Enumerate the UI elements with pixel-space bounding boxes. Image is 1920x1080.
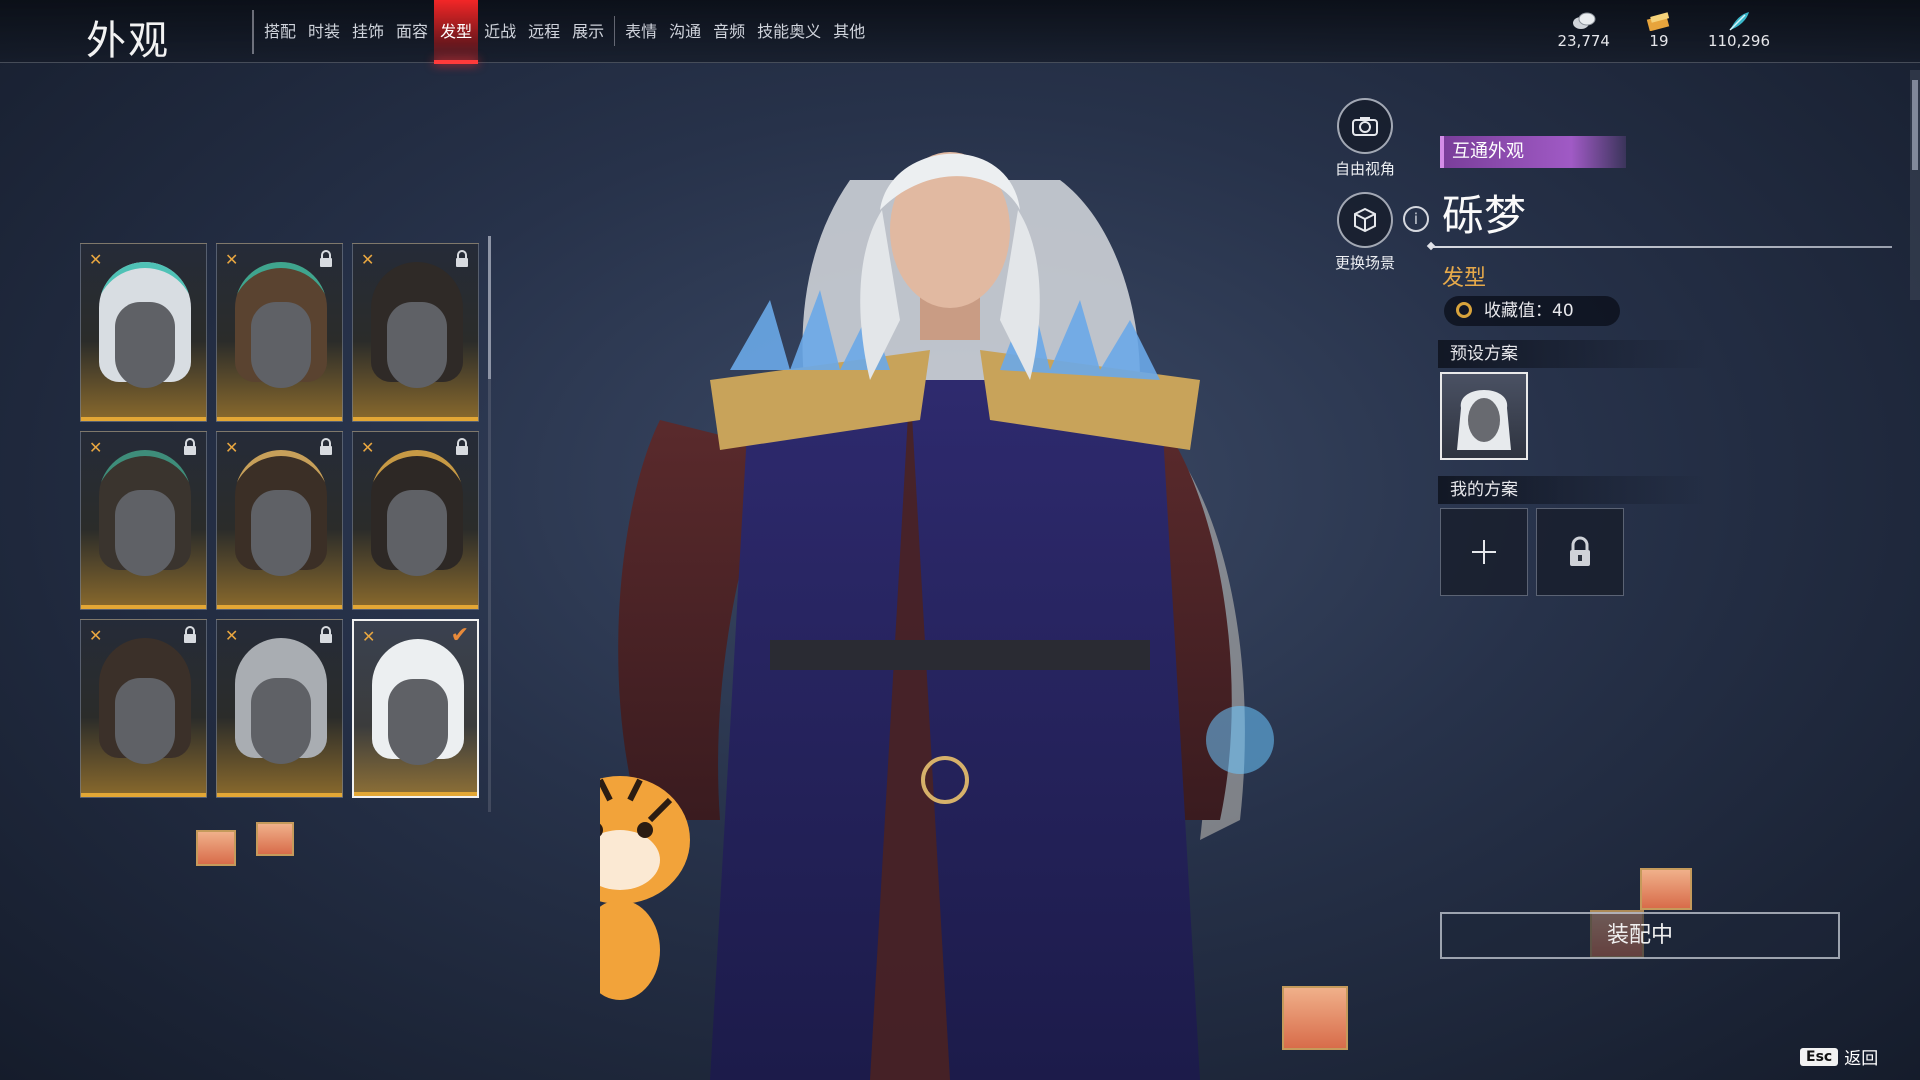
change-scene-label: 更换场景 xyxy=(1334,254,1395,272)
face-silhouette xyxy=(115,678,175,764)
hairstyle-card[interactable]: ✕ xyxy=(80,243,207,422)
lantern-decoration xyxy=(1282,986,1348,1050)
hairstyle-grid: ✕ ✕ ✕ ✕ ✕ ✕ ✕ ✕ ✕ ✔ xyxy=(80,243,482,798)
face-silhouette xyxy=(387,302,447,388)
character-model[interactable] xyxy=(600,120,1320,1080)
tab-jineng-aoyi[interactable]: 技能奥义 xyxy=(751,0,827,62)
hairstyle-card[interactable]: ✕ xyxy=(216,431,343,610)
hairstyle-card[interactable]: ✕ ✔ xyxy=(352,619,479,798)
tab-goutong[interactable]: 沟通 xyxy=(663,0,707,62)
crossplay-mark-icon: ✕ xyxy=(89,250,103,269)
ticket-icon xyxy=(1634,10,1684,32)
plus-icon xyxy=(1472,540,1496,564)
free-view-label: 自由视角 xyxy=(1334,160,1395,178)
camera-icon xyxy=(1337,98,1393,154)
hairstyle-card[interactable]: ✕ xyxy=(352,243,479,422)
crossplay-mark-icon: ✕ xyxy=(89,626,103,645)
name-divider xyxy=(1432,246,1892,248)
face-silhouette xyxy=(251,678,311,764)
lock-icon xyxy=(318,438,334,460)
lock-icon xyxy=(318,250,334,272)
checkmark-icon: ✔ xyxy=(450,623,469,648)
preset-slot[interactable] xyxy=(1440,372,1528,460)
lock-icon xyxy=(182,438,198,460)
preset-section-header: 预设方案 xyxy=(1438,340,1708,368)
lock-icon xyxy=(318,626,334,648)
currency-feathers-value: 110,296 xyxy=(1707,32,1770,50)
hairstyle-card[interactable]: ✕ xyxy=(80,431,207,610)
change-scene-button[interactable]: 更换场景 xyxy=(1320,192,1410,273)
right-panel-scrollbar[interactable] xyxy=(1910,70,1920,300)
crossplay-tag: 互通外观 xyxy=(1440,136,1626,168)
grid-scrollbar-thumb[interactable] xyxy=(488,236,491,379)
face-silhouette xyxy=(387,490,447,576)
my-plan-section-header: 我的方案 xyxy=(1438,476,1708,504)
crossplay-mark-icon: ✕ xyxy=(225,438,239,457)
lantern-decoration xyxy=(1640,868,1692,910)
face-silhouette xyxy=(388,679,448,765)
collection-value-text: 收藏值：40 xyxy=(1484,301,1574,321)
tab-faxing[interactable]: 发型 xyxy=(434,0,479,64)
face-silhouette xyxy=(251,302,311,388)
tab-yinpin[interactable]: 音频 xyxy=(707,0,751,62)
lock-icon xyxy=(454,438,470,460)
face-silhouette xyxy=(115,490,175,576)
currency-bar: 23,774 19 110,296 xyxy=(1557,10,1770,50)
lantern-decoration xyxy=(196,830,236,866)
page-title: 外观 xyxy=(86,18,170,64)
locked-plan-slot[interactable] xyxy=(1536,508,1624,596)
crossplay-mark-icon: ✕ xyxy=(89,438,103,457)
title-divider xyxy=(252,10,254,54)
hair-preview-icon xyxy=(1457,390,1511,450)
category-tabs: 搭配 时装 挂饰 面容 发型 近战 远程 展示 表情 沟通 音频 技能奥义 其他 xyxy=(258,0,871,64)
crossplay-mark-icon: ✕ xyxy=(361,438,375,457)
right-panel-scroll-thumb[interactable] xyxy=(1912,80,1918,170)
face-silhouette xyxy=(251,490,311,576)
item-name: 砾梦 xyxy=(1442,191,1527,240)
tab-divider xyxy=(614,16,616,46)
tab-yuancheng[interactable]: 远程 xyxy=(522,0,566,62)
crossplay-mark-icon: ✕ xyxy=(225,250,239,269)
hairstyle-card[interactable]: ✕ xyxy=(352,431,479,610)
crossplay-mark-icon: ✕ xyxy=(362,627,376,646)
collection-icon xyxy=(1456,302,1472,318)
tab-zhanshi[interactable]: 展示 xyxy=(566,0,610,62)
currency-feathers[interactable]: 110,296 xyxy=(1708,10,1770,50)
tab-shizhuang[interactable]: 时装 xyxy=(302,0,346,62)
back-label: 返回 xyxy=(1844,1049,1879,1069)
tab-jinzhan[interactable]: 近战 xyxy=(478,0,522,62)
hairstyle-card[interactable]: ✕ xyxy=(216,619,343,798)
crossplay-mark-icon: ✕ xyxy=(225,626,239,645)
coin-stack-icon xyxy=(1557,10,1610,32)
back-button[interactable]: Esc 返回 xyxy=(1800,1044,1878,1069)
currency-coins-value: 23,774 xyxy=(1557,32,1610,50)
hairstyle-card[interactable]: ✕ xyxy=(216,243,343,422)
lock-icon xyxy=(182,626,198,648)
free-view-button[interactable]: 自由视角 xyxy=(1320,98,1410,179)
tab-guashi[interactable]: 挂饰 xyxy=(346,0,390,62)
crossplay-mark-icon: ✕ xyxy=(361,250,375,269)
add-plan-button[interactable] xyxy=(1440,508,1528,596)
lantern-decoration xyxy=(256,822,294,856)
tab-mianrong[interactable]: 面容 xyxy=(390,0,434,62)
face-silhouette xyxy=(115,302,175,388)
esc-key-hint: Esc xyxy=(1800,1047,1839,1066)
cube-icon xyxy=(1337,192,1393,248)
collection-value-badge: 收藏值：40 xyxy=(1444,296,1620,326)
tab-dapei[interactable]: 搭配 xyxy=(258,0,302,62)
tab-biaoqing[interactable]: 表情 xyxy=(619,0,663,62)
lock-icon xyxy=(1570,536,1590,566)
item-category: 发型 xyxy=(1442,266,1487,291)
top-bar: 外观 搭配 时装 挂饰 面容 发型 近战 远程 展示 表情 沟通 音频 技能奥义… xyxy=(0,0,1920,64)
info-icon[interactable]: i xyxy=(1403,206,1429,232)
lock-icon xyxy=(454,250,470,272)
hairstyle-card[interactable]: ✕ xyxy=(80,619,207,798)
currency-tickets[interactable]: 19 xyxy=(1634,10,1684,50)
currency-tickets-value: 19 xyxy=(1649,32,1669,50)
equipped-button[interactable]: 装配中 xyxy=(1440,912,1840,959)
feather-icon xyxy=(1708,10,1770,32)
currency-coins[interactable]: 23,774 xyxy=(1557,10,1610,50)
tiger-pet xyxy=(600,776,690,1000)
tab-qita[interactable]: 其他 xyxy=(827,0,871,62)
